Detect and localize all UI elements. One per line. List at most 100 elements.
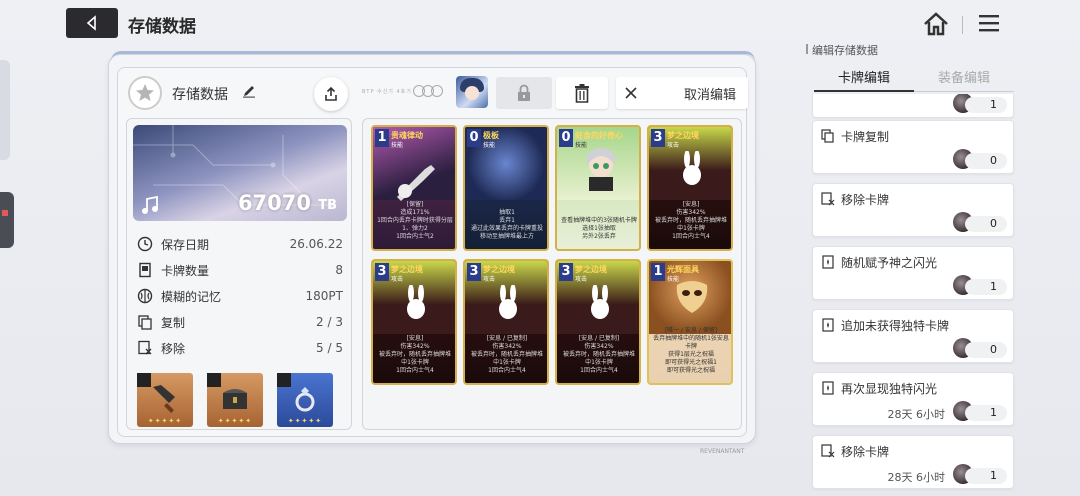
equipment-slot-armor[interactable]: ✦✦✦✦✦ — [207, 373, 263, 427]
storage-data-panel: 存储数据 BTP 수신기 4호기 取消编辑 67070 TB 保存日期 26.0… — [108, 51, 756, 444]
card-cost: 0 — [467, 129, 481, 147]
edit-option-list: 1 卡牌复制 0 移除卡牌 0 随机赋予神之闪光 1 追加未获得独特卡牌 0 再… — [810, 94, 1016, 496]
rename-pen-icon[interactable] — [242, 84, 256, 98]
card-type: 技能 — [483, 142, 496, 149]
data-summary: 67070 TB 保存日期 26.06.22 卡牌数量 8 模糊的记忆 180P… — [126, 118, 352, 430]
stat-value: 2 / 3 — [316, 315, 343, 329]
card-cost: 1 — [375, 129, 389, 147]
back-button[interactable] — [66, 8, 118, 38]
rabbit-icon — [499, 285, 517, 319]
edit-option-item[interactable]: 卡牌复制 0 — [812, 120, 1014, 174]
edit-option-item[interactable]: 再次显现独特闪光 28天 6小时 1 — [812, 372, 1014, 426]
tab-card-edit[interactable]: 卡牌编辑 — [814, 66, 914, 92]
option-count: 0 — [965, 153, 1007, 169]
stat-memory: 模糊的记忆 180PT — [137, 283, 343, 309]
card-type: 技能 — [667, 276, 680, 283]
trash-icon — [575, 84, 589, 103]
lock-button[interactable] — [496, 77, 552, 109]
option-title: 卡牌复制 — [841, 130, 890, 144]
card-item[interactable]: 3 梦之边境 攻击 [安息 / 已复制] 伤害342% 被丢弃时，随机丢弃抽牌堆中1… — [463, 259, 549, 385]
cancel-edit-label: 取消编辑 — [684, 87, 737, 103]
card-item[interactable]: 3 梦之边境 攻击 [安息 / 已复制] 伤害342% 被丢弃时，随机丢弃抽牌堆中1… — [555, 259, 641, 385]
share-button[interactable] — [314, 77, 348, 111]
option-title: 移除卡牌 — [841, 445, 890, 459]
edit-option-item[interactable]: 1 — [812, 94, 1014, 118]
brain-icon — [137, 288, 153, 304]
stat-label: 移除 — [161, 341, 186, 356]
panel-inner: 存储数据 BTP 수신기 4호기 取消编辑 67070 TB 保存日期 26.0… — [117, 67, 748, 437]
edit-option-item[interactable]: 移除卡牌 28天 6小时 1 — [812, 435, 1014, 489]
edit-option-item[interactable]: 随机赋予神之闪光 1 — [812, 246, 1014, 300]
guitar-icon — [397, 165, 435, 201]
lock-icon — [518, 84, 530, 101]
card-description: 查看抽牌堆中的3张随机卡牌 选择1张抽取 另外2张丢弃 — [561, 217, 637, 240]
edit-section-heading: 编辑存储数据 — [806, 44, 878, 57]
stat-label: 模糊的记忆 — [161, 289, 222, 304]
small-caption: BTP 수신기 4호기 — [362, 89, 412, 95]
back-arrow-icon — [86, 15, 96, 31]
chest-icon — [223, 389, 247, 409]
edit-option-item[interactable]: 移除卡牌 0 — [812, 183, 1014, 237]
card-cost: 3 — [559, 263, 573, 281]
card-cost: 3 — [375, 263, 389, 281]
stat-copy: 复制 2 / 3 — [137, 309, 343, 335]
card-description: [安息] 伤害342% 被丢弃时，随机丢弃抽牌堆中1张卡牌 1回合内士气4 — [378, 335, 451, 374]
data-capacity-value: 67070 — [237, 191, 311, 215]
stat-label: 保存日期 — [161, 237, 210, 252]
option-title: 随机赋予神之闪光 — [841, 256, 938, 270]
delete-button[interactable] — [556, 77, 608, 109]
card-item[interactable]: 3 梦之边境 攻击 [安息] 伤害342% 被丢弃时，随机丢弃抽牌堆中1张卡牌 1回合… — [371, 259, 457, 385]
card-cost: 1 — [651, 263, 665, 281]
card-description: [安息 / 已复制] 伤害342% 被丢弃时，随机丢弃抽牌堆中1张卡牌 1回合内士气4 — [562, 335, 635, 374]
remove-icon — [821, 192, 835, 206]
card-description: [保留] 造成171% 1回合内丢弃卡牌时获得分层1、弹力2 1回合内士气2 — [377, 201, 453, 240]
panel-title: 存储数据 — [172, 87, 228, 103]
option-cooldown: 28天 6小时 — [887, 408, 946, 421]
equipment-stars: ✦✦✦✦✦ — [147, 417, 183, 425]
cancel-edit-button[interactable]: 取消编辑 — [616, 77, 748, 109]
card-description: 抽取1 丢弃1 通过此效果丢弃的卡牌重投移动至抽牌堆最上方 — [470, 209, 543, 240]
stat-value: 5 / 5 — [316, 341, 343, 355]
sparkle-card-icon — [822, 255, 834, 269]
share-icon — [325, 86, 337, 101]
card-item[interactable]: 1 光辉面具 技能 [唯一 / 安息 / 保留] 丢弃抽牌堆中的随机1张安息卡牌获… — [647, 259, 733, 385]
rabbit-icon — [683, 151, 701, 185]
card-cost: 3 — [467, 263, 481, 281]
tab-equipment-edit[interactable]: 装备编辑 — [914, 66, 1014, 92]
character-avatar[interactable] — [456, 76, 488, 108]
equipment-slot-weapon[interactable]: ✦✦✦✦✦ — [137, 373, 193, 427]
card-item[interactable]: 0 蛀食的好奇心 技能 查看抽牌堆中的3张随机卡牌 选择1张抽取 另外2张丢弃 — [555, 125, 641, 251]
card-description: [唯一 / 安息 / 保留] 丢弃抽牌堆中的随机1张安息卡牌 获得1层光之祝福 即可获… — [653, 327, 729, 374]
card-cost: 0 — [559, 129, 573, 147]
stat-card-count: 卡牌数量 8 — [137, 257, 343, 283]
card-type: 攻击 — [575, 276, 588, 283]
ring-icon — [295, 387, 315, 412]
home-icon[interactable] — [922, 10, 950, 38]
equipment-slot-accessory[interactable]: ✦✦✦✦✦ — [277, 373, 333, 427]
card-type: 攻击 — [667, 142, 680, 149]
remove-icon — [821, 444, 835, 458]
edit-option-item[interactable]: 追加未获得独特卡牌 0 — [812, 309, 1014, 363]
stat-value: 180PT — [305, 289, 343, 303]
card-item[interactable]: 0 极板 技能 抽取1 丢弃1 通过此效果丢弃的卡牌重投移动至抽牌堆最上方 — [463, 125, 549, 251]
panel-footer-brand: REVENANTANT — [700, 448, 745, 455]
card-type: 攻击 — [483, 276, 496, 283]
option-count: 1 — [965, 97, 1007, 113]
option-title: 再次显现独特闪光 — [841, 382, 938, 396]
remove-icon — [138, 340, 152, 355]
card-item[interactable]: 1 贵魂律动 技能 [保留] 造成171% 1回合内丢弃卡牌时获得分层1、弹力2 1回… — [371, 125, 457, 251]
notification-dot — [2, 210, 8, 216]
stat-label: 卡牌数量 — [161, 263, 210, 278]
card-item[interactable]: 3 梦之边境 攻击 [安息] 伤害342% 被丢弃时，随机丢弃抽牌堆中1张卡牌 1回合… — [647, 125, 733, 251]
card-description: [安息 / 已复制] 伤害342% 被丢弃时，随机丢弃抽牌堆中1张卡牌 1回合内士气4 — [470, 335, 543, 374]
rabbit-icon — [591, 285, 609, 319]
side-notification-tab[interactable] — [0, 192, 14, 248]
character-portrait-icon — [587, 148, 615, 191]
option-count: 1 — [965, 405, 1007, 421]
close-icon — [625, 87, 637, 99]
card-icon — [139, 262, 151, 278]
rings-icon — [413, 85, 443, 97]
menu-icon[interactable] — [976, 12, 1002, 34]
side-edge-tab[interactable] — [0, 60, 10, 160]
copy-icon — [138, 315, 152, 330]
